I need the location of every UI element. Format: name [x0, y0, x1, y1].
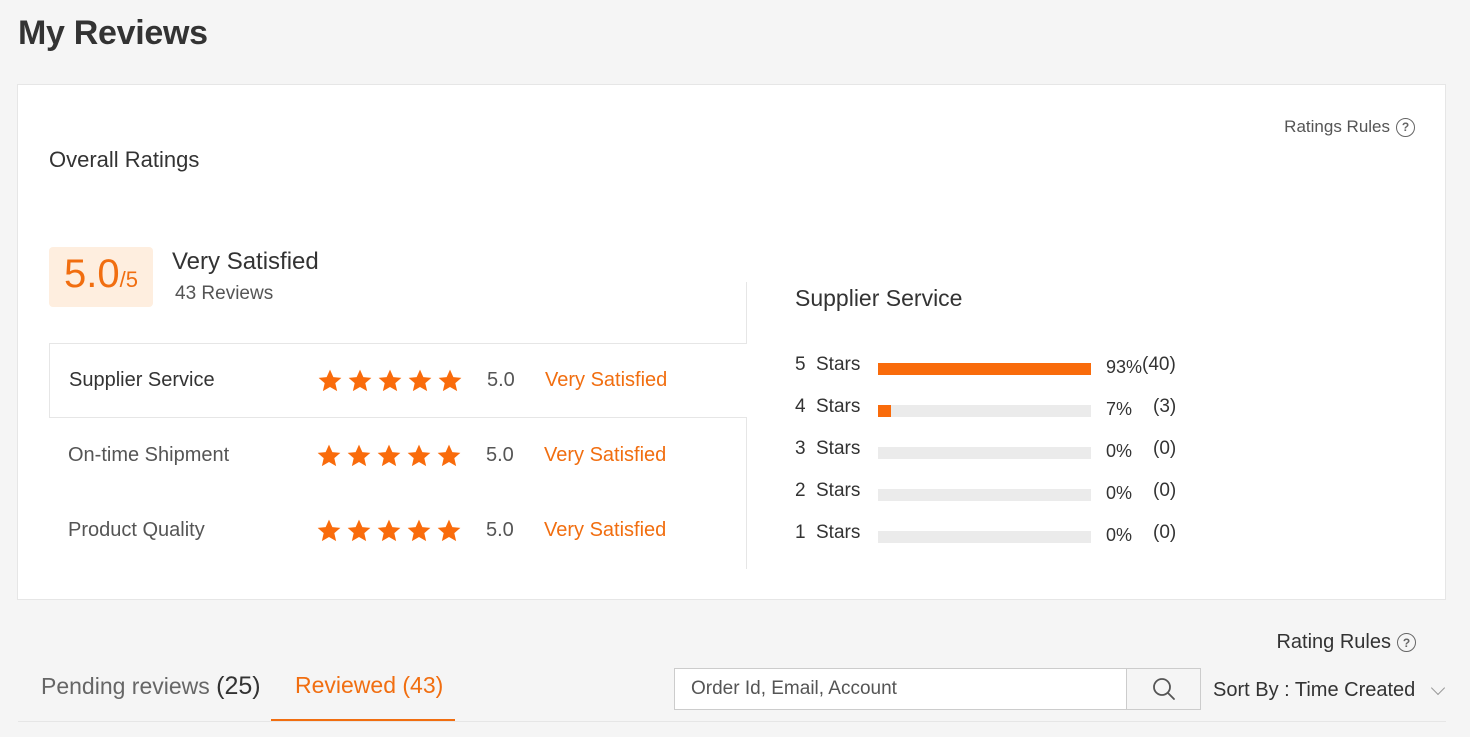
overall-satisfaction: Very Satisfied [172, 248, 319, 275]
star-icon [407, 444, 431, 466]
star-icon [438, 369, 462, 391]
distribution-star-number: 5 [795, 354, 806, 375]
reviews-count-number: 43 [175, 283, 197, 304]
search-icon [1152, 678, 1175, 700]
ratings-rules-link[interactable]: Ratings Rules ? [1284, 117, 1415, 137]
star-icon [377, 444, 401, 466]
overall-ratings-title: Overall Ratings [49, 147, 200, 172]
distribution-row-2-stars: 2 Stars 0% (0) [795, 478, 1215, 508]
distribution-count: (3) [1153, 396, 1177, 417]
tab-count: (25) [216, 672, 261, 700]
star-icon [378, 369, 402, 391]
rating-name: Supplier Service [69, 369, 215, 391]
rating-name: On-time Shipment [68, 444, 230, 466]
distribution-star-number: 1 [795, 522, 806, 543]
sort-dropdown[interactable]: Sort By : Time Created [1213, 679, 1446, 702]
search-input[interactable] [674, 668, 1127, 710]
star-icon [407, 519, 431, 541]
tab-reviewed[interactable]: Reviewed (43) [295, 672, 443, 699]
overall-score-max: /5 [119, 267, 138, 292]
rating-value: 5.0 [486, 519, 514, 541]
distribution-row-4-stars: 4 Stars 7% (3) [795, 394, 1215, 424]
distribution-percent: 93% [1106, 357, 1143, 377]
star-icon [437, 519, 461, 541]
star-icon [347, 519, 371, 541]
ratings-rules-label: Ratings Rules [1284, 117, 1390, 136]
distribution-percent: 0% [1106, 525, 1133, 545]
rating-row-on-time-shipment[interactable]: On-time Shipment 5.0 Very Satisfied [49, 418, 747, 493]
distribution-percent: 0% [1106, 483, 1133, 503]
distribution-bar-track [878, 531, 1091, 543]
tab-pending-reviews[interactable]: Pending reviews (25) [41, 672, 261, 701]
reviews-count-text: Reviews [201, 283, 274, 304]
distribution-count: (0) [1153, 480, 1177, 501]
distribution-star-number: 2 [795, 480, 806, 501]
overall-reviews-count: 43 Reviews [175, 283, 273, 305]
distribution-bar-fill [878, 405, 891, 417]
star-icon [408, 369, 432, 391]
tab-label: Reviewed [295, 672, 396, 698]
distribution-row-5-stars: 5 Stars 93% (40) [795, 352, 1215, 382]
overall-score-badge: 5.0 /5 [49, 247, 153, 307]
rating-rules-label: Rating Rules [1276, 631, 1391, 653]
star-icon [318, 369, 342, 391]
distribution-bar-track [878, 363, 1091, 375]
distribution-count: (0) [1153, 522, 1177, 543]
distribution-star-label: Stars [816, 354, 861, 375]
distribution-percent: 7% [1106, 399, 1133, 419]
star-rating [316, 443, 462, 469]
distribution-bar-track [878, 405, 1091, 417]
rating-value: 5.0 [487, 369, 515, 391]
distribution-star-label: Stars [816, 522, 861, 543]
distribution-percent: 0% [1106, 441, 1133, 461]
star-icon [317, 519, 341, 541]
star-icon [348, 369, 372, 391]
distribution-bar-fill [878, 363, 1091, 375]
distribution-count: (0) [1153, 438, 1177, 459]
rating-name: Product Quality [68, 519, 205, 541]
rating-rules-link[interactable]: Rating Rules ? [1276, 631, 1416, 654]
chevron-down-icon [1431, 680, 1446, 695]
overall-score: 5.0 [64, 252, 120, 296]
rating-row-supplier-service[interactable]: Supplier Service 5.0 Very Satisfied [49, 343, 747, 418]
rating-satisfaction: Very Satisfied [544, 444, 667, 466]
distribution-star-number: 4 [795, 396, 806, 417]
distribution-star-number: 3 [795, 438, 806, 459]
distribution-star-label: Stars [816, 396, 861, 417]
star-icon [347, 444, 371, 466]
rating-satisfaction: Very Satisfied [544, 519, 667, 541]
star-rating [316, 518, 462, 544]
rating-value: 5.0 [486, 444, 514, 466]
distribution-bar-track [878, 489, 1091, 501]
overall-ratings-card: Ratings Rules ? Overall Ratings 5.0 /5 V… [17, 84, 1446, 600]
star-icon [377, 519, 401, 541]
tab-count: (43) [402, 672, 444, 698]
star-icon [437, 444, 461, 466]
star-icon [317, 444, 341, 466]
distribution-star-label: Stars [816, 438, 861, 459]
tab-label: Pending reviews [41, 673, 210, 699]
distribution-row-3-stars: 3 Stars 0% (0) [795, 436, 1215, 466]
rating-satisfaction: Very Satisfied [545, 369, 668, 391]
sort-label: Sort By : Time Created [1213, 679, 1416, 701]
distribution-count: (40) [1142, 354, 1176, 375]
distribution-bar-track [878, 447, 1091, 459]
search-button[interactable] [1126, 668, 1201, 710]
tabs-divider [18, 721, 1446, 722]
page-title: My Reviews [18, 14, 208, 52]
rating-row-product-quality[interactable]: Product Quality 5.0 Very Satisfied [49, 493, 747, 568]
star-rating [317, 368, 463, 394]
help-icon: ? [1397, 633, 1416, 652]
distribution-row-1-stars: 1 Stars 0% (0) [795, 520, 1215, 550]
distribution-title: Supplier Service [795, 285, 963, 311]
distribution-star-label: Stars [816, 480, 861, 501]
help-icon: ? [1396, 117, 1415, 137]
